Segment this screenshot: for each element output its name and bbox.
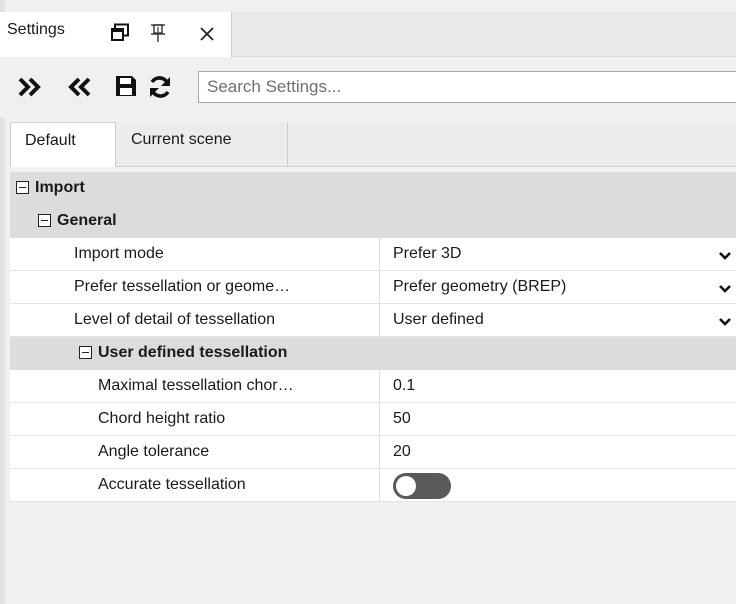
panel-tabstrip: Settings <box>0 12 736 57</box>
setting-value: Prefer 3D <box>393 245 462 262</box>
setting-value: Prefer geometry (BREP) <box>393 278 567 295</box>
setting-row-accurate-tessellation[interactable]: Accurate tessellation <box>10 469 736 502</box>
toggle-knob <box>396 476 416 496</box>
group-import[interactable]: Import <box>10 172 736 205</box>
tab-current-scene-label: Current scene <box>131 131 232 148</box>
collapse-toggle-icon[interactable] <box>16 181 29 194</box>
setting-row-import-mode[interactable]: Import mode Prefer 3D <box>10 238 736 271</box>
group-label: Import <box>35 179 85 196</box>
tab-current-scene[interactable]: Current scene <box>116 122 288 166</box>
collapse-toggle-icon[interactable] <box>79 346 92 359</box>
chevron-down-icon[interactable] <box>718 314 732 332</box>
setting-name: Angle tolerance <box>98 443 210 460</box>
setting-value: 0.1 <box>393 377 416 394</box>
setting-value-dropdown[interactable]: User defined <box>379 304 736 336</box>
setting-value-dropdown[interactable]: Prefer 3D <box>379 238 736 270</box>
settings-panel-tab[interactable]: Settings <box>0 12 232 57</box>
setting-name: Chord height ratio <box>98 410 226 427</box>
setting-row-max-chord[interactable]: Maximal tessellation chor… 0.1 <box>10 370 736 403</box>
setting-value-field[interactable]: 0.1 <box>379 370 736 402</box>
setting-row-angle-tolerance[interactable]: Angle tolerance 20 <box>10 436 736 469</box>
setting-row-chord-height-ratio[interactable]: Chord height ratio 50 <box>10 403 736 436</box>
setting-name: Maximal tessellation chor… <box>98 377 294 394</box>
setting-value-dropdown[interactable]: Prefer geometry (BREP) <box>379 271 736 303</box>
setting-name: Level of detail of tessellation <box>74 311 276 328</box>
setting-value: User defined <box>393 311 484 328</box>
group-general[interactable]: General <box>10 205 736 238</box>
chevron-down-icon[interactable] <box>718 248 732 266</box>
accurate-tessellation-toggle[interactable] <box>393 473 451 499</box>
setting-value-field[interactable]: 20 <box>379 436 736 468</box>
refresh-icon[interactable] <box>147 74 173 105</box>
collapse-toggle-icon[interactable] <box>38 214 51 227</box>
setting-value-field[interactable]: 50 <box>379 403 736 435</box>
pin-icon[interactable] <box>148 23 168 48</box>
close-icon[interactable] <box>198 25 216 48</box>
setting-value: 20 <box>393 443 411 460</box>
tab-default[interactable]: Default <box>10 122 116 167</box>
group-label: General <box>57 212 117 229</box>
setting-row-level-of-detail[interactable]: Level of detail of tessellation User def… <box>10 304 736 337</box>
tab-default-label: Default <box>25 132 76 149</box>
setting-value: 50 <box>393 410 411 427</box>
setting-value-cell <box>379 469 736 501</box>
scope-tabbar: Default Current scene <box>10 122 736 167</box>
panel-title: Settings <box>7 21 65 38</box>
setting-name: Import mode <box>74 245 164 262</box>
collapse-all-icon[interactable] <box>66 74 92 105</box>
group-user-defined-tessellation[interactable]: User defined tessellation <box>10 337 736 370</box>
settings-toolbar <box>0 57 736 117</box>
chevron-down-icon[interactable] <box>718 281 732 299</box>
setting-name: Prefer tessellation or geome… <box>74 278 291 295</box>
save-icon[interactable] <box>114 74 138 103</box>
setting-name: Accurate tessellation <box>98 476 246 493</box>
group-label: User defined tessellation <box>98 344 288 361</box>
search-settings-input[interactable] <box>198 71 736 103</box>
expand-all-icon[interactable] <box>17 74 43 105</box>
setting-row-prefer-tessellation[interactable]: Prefer tessellation or geome… Prefer geo… <box>10 271 736 304</box>
float-window-icon[interactable] <box>110 23 130 48</box>
